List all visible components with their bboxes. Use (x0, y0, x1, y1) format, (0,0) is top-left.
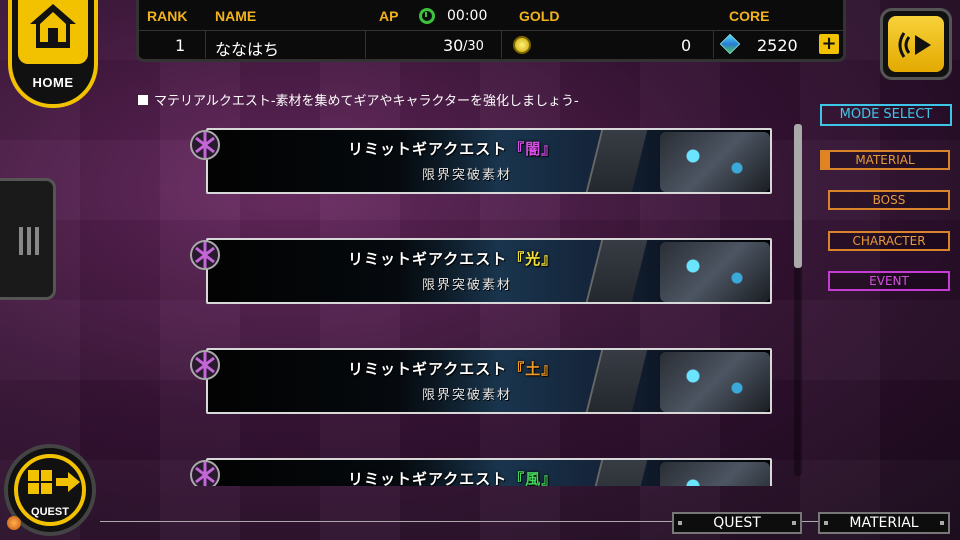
ap-current: 30 (443, 36, 464, 55)
grip-line (35, 227, 39, 255)
gear-icon (190, 460, 220, 486)
quest-banner-dark[interactable]: リミットギアクエスト 『闇』 限界突破素材 (206, 128, 772, 194)
notification-dot (7, 516, 21, 530)
page-subtitle: マテリアルクエスト-素材を集めてギアやキャラクターを強化しましょう- (138, 90, 579, 109)
gear-icon (190, 130, 220, 160)
rank-header: RANK (147, 8, 188, 24)
quest-banner-earth[interactable]: リミットギアクエスト 『土』 限界突破素材 (206, 348, 772, 414)
rank-value: 1 (175, 36, 186, 55)
quest-title: リミットギアクエスト 『光』 (348, 250, 558, 268)
add-core-button[interactable]: + (819, 34, 839, 54)
quest-title: リミットギアクエスト 『土』 (348, 360, 558, 378)
gear-icon (190, 350, 220, 380)
divider (713, 30, 714, 58)
side-menu-handle[interactable] (0, 178, 56, 300)
gold-coin-icon (513, 36, 531, 54)
ap-max: /30 (463, 39, 484, 54)
mode-select-label: MODE SELECT (820, 104, 952, 126)
quest-banner-wind[interactable]: リミットギアクエスト 『風』 (206, 458, 772, 486)
quest-banner-light[interactable]: リミットギアクエスト 『光』 限界突破素材 (206, 238, 772, 304)
quest-subtitle: 限界突破素材 (422, 168, 513, 183)
core-gem-icon (719, 33, 741, 55)
mech-art (660, 462, 770, 486)
player-status-panel: RANK NAME AP 00:00 GOLD CORE 1 ななはち 30 /… (136, 0, 846, 62)
home-label: HOME (32, 75, 74, 90)
quest-subtitle: 限界突破素材 (422, 278, 513, 293)
menu-boss-button[interactable]: BOSS (828, 190, 950, 210)
menu-character-button[interactable]: CHARACTER (828, 231, 950, 251)
divider (205, 30, 206, 58)
speaker-icon (898, 32, 931, 58)
quest-title: リミットギアクエスト 『闇』 (348, 140, 558, 158)
home-button[interactable]: HOME (8, 0, 98, 108)
mech-art (660, 132, 770, 192)
quest-arrow-icon (28, 470, 80, 494)
name-header: NAME (215, 8, 257, 24)
grip-line (27, 227, 31, 255)
divider (139, 30, 843, 31)
mech-art (660, 242, 770, 302)
grip-line (19, 227, 23, 255)
menu-event-button[interactable]: EVENT (828, 271, 950, 291)
ap-timer: 00:00 (447, 8, 488, 24)
scroll-thumb[interactable] (794, 124, 802, 268)
quest-subtitle: 限界突破素材 (422, 388, 513, 403)
menu-material-button[interactable]: MATERIAL (820, 150, 950, 170)
gold-value: 0 (681, 36, 692, 55)
divider (501, 30, 502, 58)
breadcrumb-material[interactable]: MATERIAL (818, 512, 950, 534)
subtitle-text: マテリアルクエスト-素材を集めてギアやキャラクターを強化しましょう- (154, 94, 579, 109)
quest-title: リミットギアクエスト 『風』 (348, 470, 558, 486)
clock-icon (419, 8, 435, 24)
breadcrumb-quest[interactable]: QUEST (672, 512, 802, 534)
gold-header: GOLD (519, 8, 560, 24)
ap-header: AP (379, 8, 399, 24)
divider (365, 30, 366, 58)
player-name: ななはち (215, 40, 280, 59)
home-icon (30, 4, 76, 48)
quest-list-scrollbar[interactable] (794, 124, 802, 476)
bullet-square (138, 95, 148, 105)
sound-button[interactable] (880, 8, 952, 80)
core-header: CORE (729, 8, 770, 24)
gear-icon (190, 240, 220, 270)
quest-list: リミットギアクエスト 『闇』 限界突破素材 リミットギアクエスト 『光』 限界突破素… (186, 126, 786, 486)
mech-art (660, 352, 770, 412)
quest-label: QUEST (31, 506, 69, 518)
core-value: 2520 (757, 36, 798, 55)
